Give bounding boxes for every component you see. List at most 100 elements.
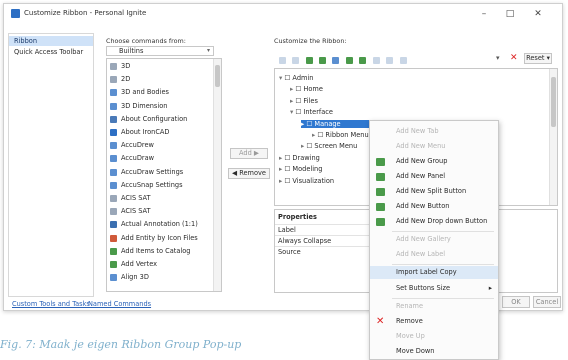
- back-icon[interactable]: [279, 57, 286, 64]
- command-label: AccuDraw Settings: [121, 167, 184, 176]
- new-split-icon[interactable]: [359, 57, 366, 64]
- move-down-icon[interactable]: [386, 57, 393, 64]
- command-list-item[interactable]: 3D Dimension: [107, 101, 167, 112]
- add-button[interactable]: Add ▶: [230, 148, 268, 159]
- chevron-down-icon[interactable]: ▾: [496, 54, 500, 62]
- menu-item[interactable]: Move Down: [370, 345, 498, 358]
- command-list-item[interactable]: Add Entity by Icon Files: [107, 233, 198, 244]
- move-up-icon[interactable]: [373, 57, 380, 64]
- command-label: 3D: [121, 62, 131, 70]
- chevron-down-icon: ▾: [206, 47, 210, 54]
- menu-item-label: Rename: [396, 302, 424, 310]
- command-label: ACIS SAT: [121, 194, 151, 202]
- reset-button[interactable]: Reset ▾: [524, 53, 552, 64]
- property-row-label[interactable]: Label: [275, 224, 373, 235]
- tree-node-label: Files: [303, 96, 318, 105]
- cancel-label: Cancel: [535, 298, 559, 306]
- tree-node-label: Drawing: [292, 153, 320, 162]
- command-list-item[interactable]: Actual Annotation (1:1): [107, 219, 198, 230]
- tree-node[interactable]: ▸ ☐ Visualization: [279, 177, 334, 185]
- tree-node[interactable]: ▸ ☐ Ribbon Menu: [312, 131, 369, 139]
- command-icon: [110, 129, 117, 136]
- tree-node[interactable]: ▸ ☐ Home: [290, 85, 323, 93]
- new-button-icon[interactable]: [346, 57, 353, 64]
- command-list-item[interactable]: Align 3D: [107, 272, 149, 283]
- new-group-icon[interactable]: [319, 57, 326, 64]
- menu-item[interactable]: Add New Drop down Button: [370, 215, 498, 228]
- property-row-source[interactable]: Source: [275, 246, 373, 257]
- command-label: AccuSnap Settings: [121, 180, 183, 189]
- remove-button[interactable]: ◀ Remove: [228, 168, 270, 179]
- menu-item-label: Add New Tab: [396, 127, 439, 135]
- command-icon: [110, 234, 117, 242]
- tree-node[interactable]: ▸ ☐ Modeling: [279, 165, 322, 173]
- menu-item-label: Add New Menu: [396, 142, 446, 150]
- menu-item: Rename: [370, 300, 498, 313]
- commands-scrollbar[interactable]: [213, 59, 221, 291]
- menu-item[interactable]: ✕ Remove: [370, 315, 498, 328]
- menu-item[interactable]: Set Buttons Size ▸: [370, 282, 498, 295]
- command-icon: [110, 247, 117, 255]
- commands-scroll-thumb[interactable]: [215, 65, 220, 87]
- ok-button[interactable]: OK: [502, 296, 530, 308]
- new-panel-icon[interactable]: [332, 57, 339, 64]
- command-list-item[interactable]: ACIS SAT: [107, 193, 151, 204]
- delete-icon[interactable]: ✕: [510, 53, 518, 63]
- menu-item[interactable]: Add New Group: [370, 155, 498, 168]
- menu-separator: [392, 231, 494, 232]
- command-icon: [110, 221, 117, 229]
- tree-node[interactable]: ▸ ☐ Files: [290, 97, 318, 105]
- rename-icon[interactable]: [400, 57, 407, 64]
- menu-item[interactable]: Add New Split Button: [370, 185, 498, 198]
- command-list-item[interactable]: AccuSnap Settings: [107, 180, 183, 191]
- command-list-item[interactable]: AccuDrew: [107, 140, 154, 151]
- tree-node[interactable]: ▸ ☐ Drawing: [279, 154, 320, 162]
- menu-item-label: Add New Panel: [396, 172, 446, 180]
- tree-node-label: Manage: [314, 119, 341, 128]
- command-list-item[interactable]: Add Items to Catalog: [107, 246, 190, 257]
- tree-node[interactable]: ▸ ☐ Screen Menu: [301, 142, 357, 150]
- command-list-item[interactable]: 3D and Bodies: [107, 87, 169, 98]
- cancel-button[interactable]: Cancel: [533, 296, 561, 308]
- reset-label: Reset: [526, 54, 545, 62]
- command-icon: [110, 76, 117, 84]
- menu-item[interactable]: Add New Button: [370, 200, 498, 213]
- command-label: Actual Annotation (1:1): [121, 220, 198, 229]
- nav-item-ribbon[interactable]: Ribbon: [9, 36, 93, 46]
- title-bar: Customize Ribbon - Personal Ignite – □ ✕: [4, 4, 562, 24]
- menu-item[interactable]: Import Label Copy: [370, 266, 498, 279]
- command-list-item[interactable]: About Configuration: [107, 114, 187, 125]
- command-label: Add Items to Catalog: [121, 246, 191, 255]
- command-list-item[interactable]: About IronCAD: [107, 127, 170, 138]
- forward-icon[interactable]: [292, 57, 299, 64]
- command-list-item[interactable]: 3D: [107, 61, 130, 72]
- choose-commands-dropdown[interactable]: Builtins ▾: [106, 46, 214, 56]
- tree-node[interactable]: ▾ ☐ Interface: [290, 108, 333, 116]
- remove-button-label: Remove: [239, 169, 266, 177]
- add-item-icon: [376, 203, 385, 211]
- minimize-button[interactable]: –: [474, 6, 494, 22]
- command-list-item[interactable]: Add Vertex: [107, 259, 157, 270]
- tree-node-label: Interface: [303, 108, 333, 117]
- maximize-button[interactable]: □: [500, 6, 520, 22]
- nav-item-quick-access-toolbar[interactable]: Quick Access Toolbar: [9, 47, 93, 57]
- close-button[interactable]: ✕: [528, 6, 548, 22]
- command-label: 3D Dimension: [121, 101, 168, 110]
- new-tab-icon[interactable]: [306, 57, 313, 64]
- menu-item: Add New Menu: [370, 140, 498, 153]
- tree-scroll-thumb[interactable]: [551, 77, 556, 127]
- command-list-item[interactable]: 2D: [107, 74, 130, 85]
- menu-item: Add New Gallery: [370, 233, 498, 246]
- command-list-item[interactable]: AccuDraw: [107, 153, 154, 164]
- tree-scrollbar[interactable]: [549, 69, 557, 205]
- tree-node[interactable]: ▾ ☐ Admin: [279, 74, 313, 82]
- link-named-commands[interactable]: Named Commands: [88, 300, 151, 308]
- command-icon: [110, 261, 117, 268]
- command-list-item[interactable]: ACIS SAT: [107, 206, 151, 217]
- link-custom-tools[interactable]: Custom Tools and Tasks: [12, 300, 90, 308]
- menu-item-label: Add New Drop down Button: [396, 217, 488, 225]
- command-list-item[interactable]: AccuDraw Settings: [107, 167, 183, 178]
- menu-item[interactable]: Add New Panel: [370, 170, 498, 183]
- property-row-always-collapse[interactable]: Always Collapse: [275, 235, 373, 246]
- command-label: Align 3D: [121, 273, 149, 282]
